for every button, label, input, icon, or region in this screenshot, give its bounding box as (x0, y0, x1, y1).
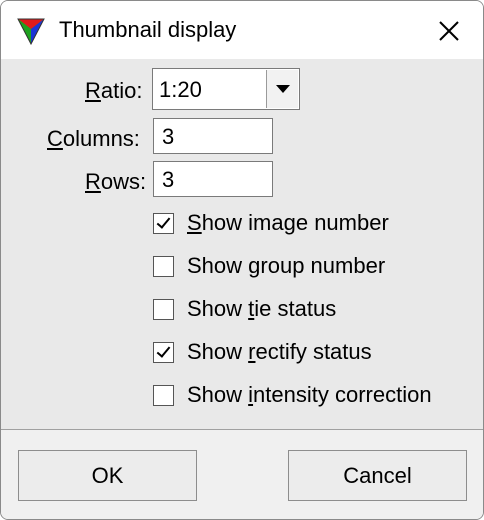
show-image-number-option[interactable]: Show image number (153, 208, 389, 238)
close-icon (439, 21, 459, 41)
ratio-value: 1:20 (159, 77, 202, 102)
ratio-dropdown-button[interactable] (266, 70, 298, 108)
show-intensity-correction-checkbox[interactable] (153, 384, 174, 406)
show-tie-status-checkbox[interactable] (153, 298, 174, 320)
show-intensity-correction-option[interactable]: Show intensity correction (153, 380, 432, 410)
show-rectify-status-label: Show rectify status (187, 339, 372, 364)
show-group-number-option[interactable]: Show group number (153, 251, 385, 281)
show-intensity-correction-label: Show intensity correction (187, 382, 432, 407)
dialog-body (1, 59, 483, 429)
ratio-label: Ratio: (85, 78, 143, 103)
show-group-number-checkbox[interactable] (153, 255, 174, 277)
show-image-number-checkbox[interactable] (153, 212, 174, 234)
cancel-button[interactable]: Cancel (288, 450, 467, 501)
columns-input[interactable]: 3 (153, 118, 273, 154)
columns-label: Columns: (47, 126, 140, 151)
ok-button[interactable]: OK (18, 450, 197, 501)
rows-label: Rows: (85, 169, 147, 194)
show-rectify-status-option[interactable]: Show rectify status (153, 337, 372, 367)
show-tie-status-option[interactable]: Show tie status (153, 294, 336, 324)
thumbnail-display-dialog: Thumbnail display Ratio: 1:20 Columns: 3… (0, 0, 484, 520)
window-title: Thumbnail display (59, 17, 237, 42)
triangle-down-icon (275, 85, 290, 93)
show-image-number-label: Show image number (187, 210, 389, 235)
ratio-dropdown[interactable]: 1:20 (152, 68, 300, 110)
show-group-number-label: Show group number (187, 253, 386, 278)
tricolor-triangle-icon (17, 18, 45, 46)
close-button[interactable] (421, 11, 477, 51)
show-tie-status-label: Show tie status (187, 296, 337, 321)
title-bar[interactable]: Thumbnail display (1, 1, 483, 59)
show-rectify-status-checkbox[interactable] (153, 341, 174, 363)
rows-input[interactable]: 3 (153, 161, 273, 197)
